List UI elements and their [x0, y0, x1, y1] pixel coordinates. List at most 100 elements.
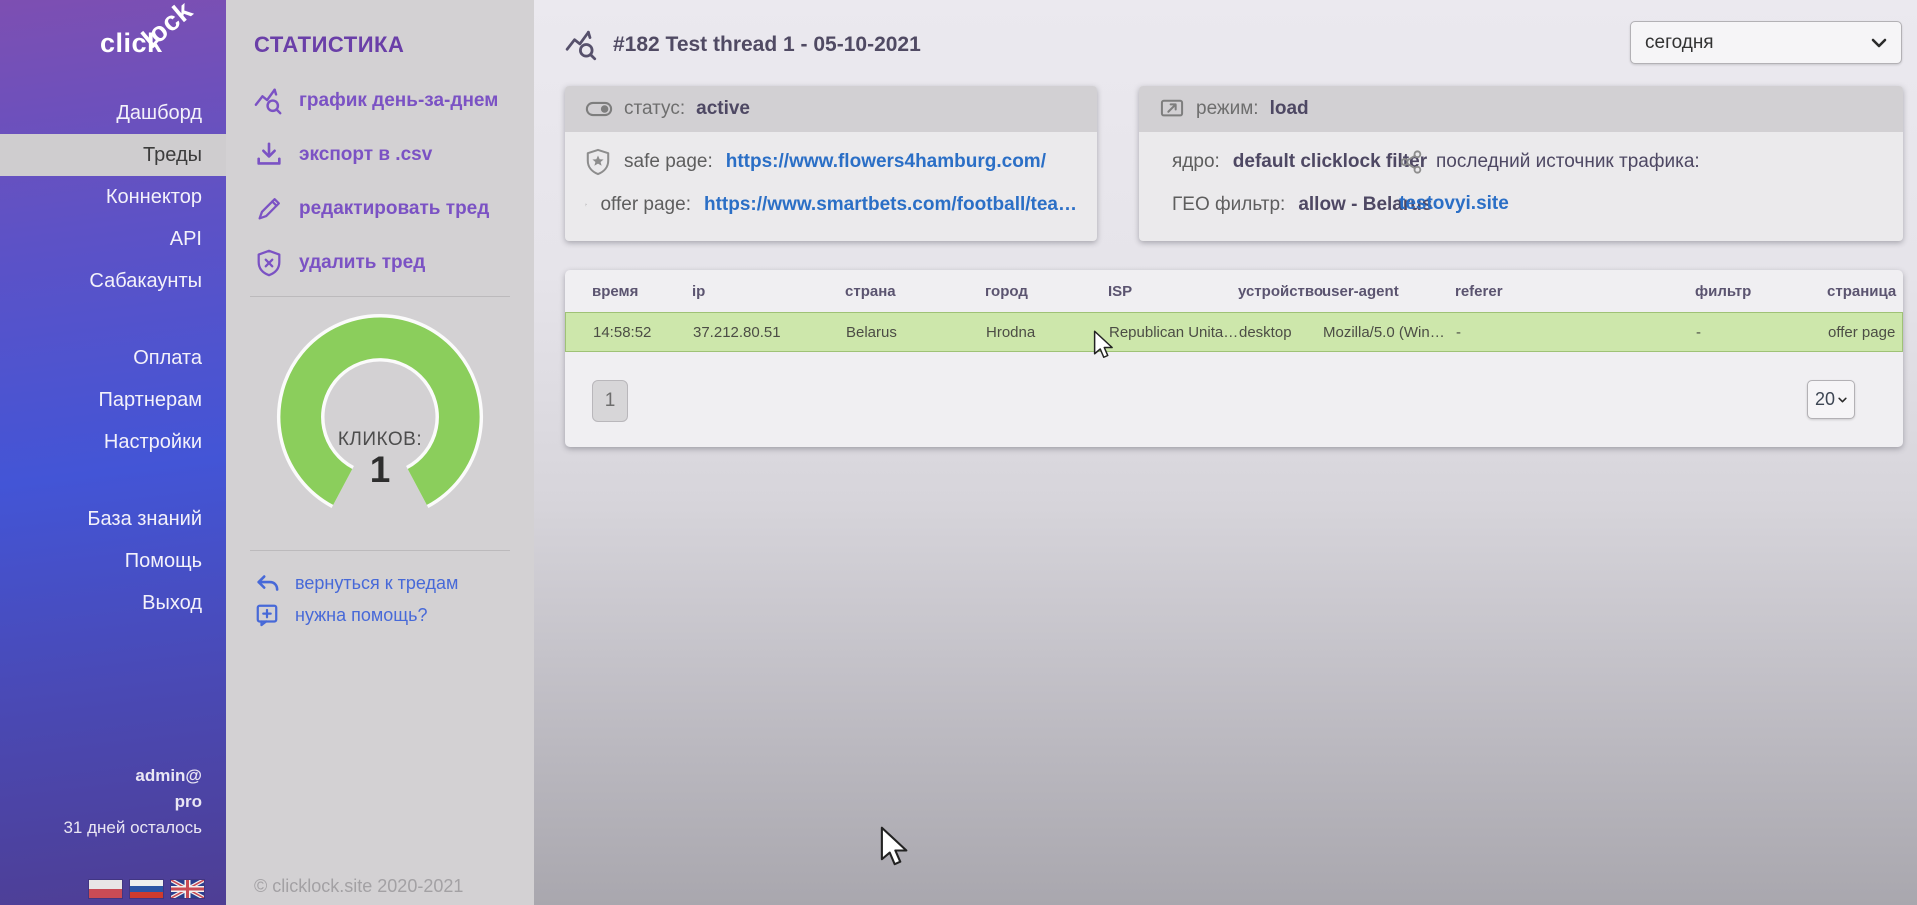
main-content: #182 Test thread 1 - 05-10-2021 сегодня … — [534, 0, 1917, 905]
sidebar-item-dashboard[interactable]: Дашборд — [0, 92, 226, 134]
share-icon — [1399, 149, 1423, 175]
offer-page-label: offer page: — [600, 194, 691, 216]
sidebar-nav-primary: Дашборд Треды Коннектор API Сабакаунты — [0, 92, 226, 302]
geo-filter-row: ГЕО фильтр: allow - Belarus — [1159, 183, 1399, 226]
menu-item-export-csv[interactable]: экспорт в .csv — [226, 128, 534, 182]
russia-flag-icon[interactable] — [130, 880, 163, 898]
menu-item-day-by-day-chart[interactable]: график день-за-днем — [226, 74, 534, 128]
gauge-label: КЛИКОВ: — [250, 429, 510, 451]
traffic-source-link[interactable]: testovyi.site — [1399, 193, 1883, 215]
status-label: статус: — [624, 98, 685, 120]
col-header-user-agent: user-agent — [1322, 283, 1455, 300]
gauge-arc — [250, 313, 510, 526]
offer-page-link[interactable]: https://www.smartbets.com/football/tea… — [704, 194, 1077, 216]
page-size-value: 20 — [1815, 389, 1835, 410]
sidebar-item-connector[interactable]: Коннектор — [0, 176, 226, 218]
account-info: admin@ pro 31 дней осталось — [63, 763, 202, 841]
cell-user-agent: Mozilla/5.0 (Win… — [1323, 324, 1456, 341]
status-card: статус: active safe page: https://www.fl… — [565, 86, 1097, 241]
col-header-device: устройство — [1238, 283, 1322, 300]
link-label: вернуться к тредам — [295, 573, 458, 594]
last-traffic-source-row: последний источник трафика: — [1399, 140, 1883, 183]
pagination-page-1-button[interactable]: 1 — [592, 380, 628, 422]
mode-card-left: ядро: default clicklock filter ГЕО фильт… — [1159, 140, 1399, 226]
mode-label: режим: — [1196, 98, 1259, 120]
col-header-page: страница — [1827, 283, 1903, 300]
shield-star-icon — [585, 148, 611, 176]
mode-card-body: ядро: default clicklock filter ГЕО фильт… — [1139, 132, 1903, 226]
sidebar-item-api[interactable]: API — [0, 218, 226, 260]
cell-time: 14:58:52 — [593, 324, 693, 341]
poland-flag-icon[interactable] — [89, 880, 122, 898]
table-row[interactable]: 14:58:52 37.212.80.51 Belarus Hrodna Rep… — [565, 312, 1903, 352]
col-header-isp: ISP — [1108, 283, 1238, 300]
cell-filter: - — [1696, 324, 1828, 341]
back-to-threads-link[interactable]: вернуться к тредам — [254, 567, 534, 599]
core-value: default clicklock filter — [1233, 151, 1427, 173]
sidebar-item-threads[interactable]: Треды — [0, 134, 226, 176]
cell-ip: 37.212.80.51 — [693, 324, 846, 341]
cell-referer: - — [1456, 324, 1696, 341]
shield-x-icon — [254, 248, 284, 278]
sidebar-item-subaccounts[interactable]: Сабакаунты — [0, 260, 226, 302]
mode-value: load — [1270, 98, 1309, 120]
cell-page: offer page — [1828, 324, 1902, 341]
sidebar-item-help[interactable]: Помощь — [0, 540, 226, 582]
period-select[interactable]: сегодня — [1630, 21, 1902, 64]
link-label: нужна помощь? — [295, 605, 427, 626]
core-row: ядро: default clicklock filter — [1159, 140, 1399, 183]
status-value: active — [696, 98, 750, 120]
cell-city: Hrodna — [986, 324, 1109, 341]
menu-item-label: редактировать тред — [299, 198, 489, 220]
account-email: admin@ — [63, 763, 202, 789]
thread-title: #182 Test thread 1 - 05-10-2021 — [613, 33, 921, 57]
account-days-left: 31 дней осталось — [63, 815, 202, 841]
app-logo[interactable]: click lock — [0, 0, 226, 78]
download-icon — [254, 140, 284, 170]
language-switcher — [89, 880, 204, 898]
sidebar-item-logout[interactable]: Выход — [0, 582, 226, 624]
clicks-gauge: КЛИКОВ: 1 — [250, 313, 510, 526]
chevron-down-icon — [1871, 38, 1887, 48]
chart-search-icon — [565, 28, 599, 62]
col-header-ip: ip — [692, 283, 845, 300]
status-card-body: safe page: https://www.flowers4hamburg.c… — [565, 132, 1097, 226]
divider — [250, 550, 510, 551]
statistics-links: вернуться к тредам нужна помощь? — [254, 567, 534, 631]
safe-page-label: safe page: — [624, 151, 713, 173]
sidebar-item-partners[interactable]: Партнерам — [0, 379, 226, 421]
statistics-title: СТАТИСТИКА — [254, 32, 534, 58]
divider — [250, 296, 510, 297]
screen-arrow-icon — [1159, 98, 1185, 120]
period-select-value: сегодня — [1645, 32, 1714, 54]
menu-item-edit-thread[interactable]: редактировать тред — [226, 182, 534, 236]
sidebar-item-knowledge-base[interactable]: База знаний — [0, 498, 226, 540]
info-cards: статус: active safe page: https://www.fl… — [565, 86, 1903, 241]
menu-item-label: график день-за-днем — [299, 90, 498, 112]
undo-icon — [254, 571, 280, 595]
need-help-link[interactable]: нужна помощь? — [254, 599, 534, 631]
menu-item-label: удалить тред — [299, 252, 425, 274]
core-label: ядро: — [1172, 151, 1220, 173]
sidebar-nav-tertiary: База знаний Помощь Выход — [0, 498, 226, 624]
col-header-referer: referer — [1455, 283, 1695, 300]
sidebar-nav-secondary: Оплата Партнерам Настройки — [0, 337, 226, 463]
chevron-down-icon — [1838, 396, 1847, 404]
statistics-panel: СТАТИСТИКА график день-за-днем экспорт в… — [226, 0, 534, 905]
col-header-country: страна — [845, 283, 985, 300]
col-header-time: время — [592, 283, 692, 300]
safe-page-row: safe page: https://www.flowers4hamburg.c… — [585, 140, 1077, 183]
page-size-select[interactable]: 20 — [1807, 380, 1855, 419]
uk-flag-icon[interactable] — [171, 880, 204, 898]
chart-search-icon — [254, 86, 284, 116]
sidebar-item-settings[interactable]: Настройки — [0, 421, 226, 463]
copyright-text: © clicklock.site 2020-2021 — [254, 876, 463, 897]
safe-page-link[interactable]: https://www.flowers4hamburg.com/ — [726, 151, 1046, 173]
menu-item-delete-thread[interactable]: удалить тред — [226, 236, 534, 290]
add-box-icon — [254, 603, 280, 627]
col-header-filter: фильтр — [1695, 283, 1827, 300]
flag-icon — [585, 191, 587, 219]
menu-item-label: экспорт в .csv — [299, 144, 432, 166]
sidebar-item-payment[interactable]: Оплата — [0, 337, 226, 379]
thread-header: #182 Test thread 1 - 05-10-2021 — [565, 28, 921, 62]
